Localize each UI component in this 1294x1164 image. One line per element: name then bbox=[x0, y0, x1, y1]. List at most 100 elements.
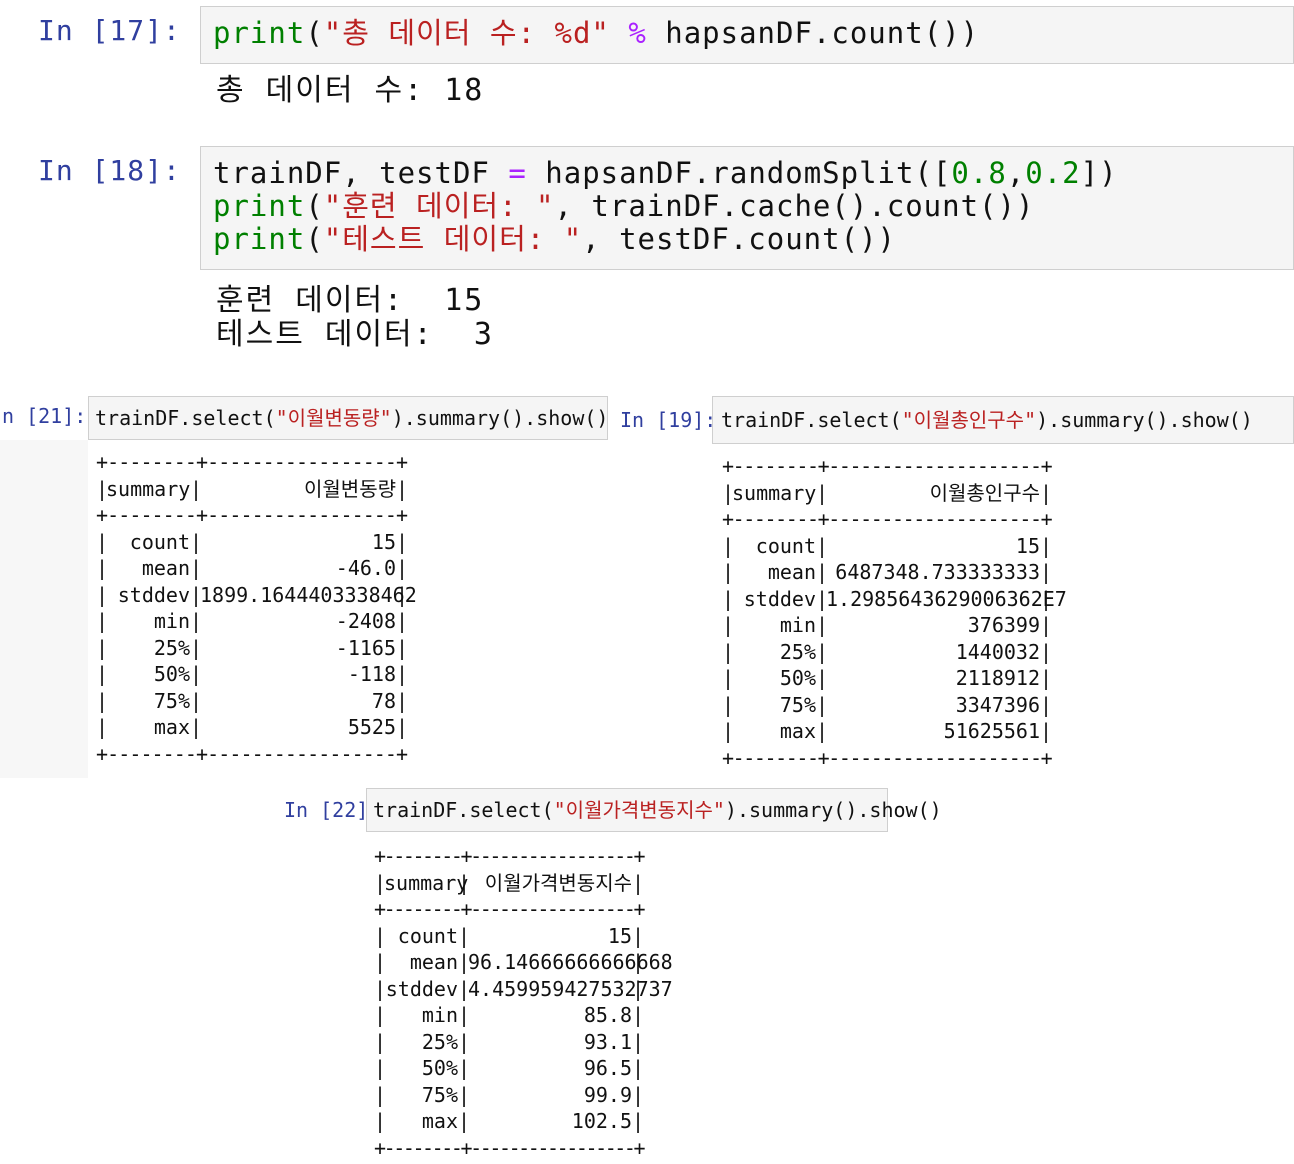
code-string: "훈련 데이터: " bbox=[323, 189, 555, 223]
code-keyword: print bbox=[213, 16, 306, 50]
cell-18-code-line-1[interactable]: trainDF, testDF = hapsanDF.randomSplit([… bbox=[213, 157, 1118, 190]
table-row: | count | 15 | bbox=[96, 529, 409, 554]
summary-value: 이월총인구수 bbox=[929, 480, 1040, 505]
table-row: | stddev | 1899.1644403338462 | bbox=[96, 582, 417, 607]
summary-label: 75% bbox=[421, 1082, 458, 1107]
summary-label: summary bbox=[384, 870, 469, 895]
code-string: "이월가격변동지수" bbox=[553, 798, 725, 822]
summary-label: max bbox=[153, 715, 190, 739]
table-row: | 50% | 2118912 | bbox=[722, 666, 1053, 690]
table-separator: +--------+-----------------+ bbox=[96, 741, 408, 766]
code-text: hapsanDF.randomSplit([ bbox=[526, 156, 952, 190]
summary-value: 3347396 bbox=[955, 692, 1040, 717]
summary-label: mean bbox=[767, 560, 816, 584]
table-row: | mean | 96.14666666666668 | bbox=[374, 950, 673, 974]
table-row: | mean | -46.0 | bbox=[96, 556, 409, 580]
summary-value: 이월가격변동지수 bbox=[484, 870, 632, 895]
summary-label: min bbox=[153, 609, 190, 633]
cell-18-code-line-2[interactable]: print("훈련 데이터: ", trainDF.cache().count(… bbox=[213, 190, 1034, 223]
table-row: | max | 51625561 | bbox=[722, 719, 1053, 743]
cell-17-input[interactable]: print("총 데이터 수: %d" % hapsanDF.count()) bbox=[200, 6, 1294, 64]
summary-label: min bbox=[421, 1003, 458, 1027]
table-row: | mean | 6487348.733333333 | bbox=[722, 560, 1053, 584]
code-number: 0.8 bbox=[951, 156, 1007, 190]
code-text: ).summary().show() bbox=[1036, 408, 1253, 432]
table-row: | count | 15 | bbox=[374, 923, 645, 948]
cell-17-output: 총 데이터 수: 18 bbox=[216, 73, 485, 108]
table-row: | 25% | 93.1 | bbox=[374, 1029, 645, 1054]
summary-label: summary bbox=[732, 480, 817, 505]
summary-label: stddev bbox=[385, 976, 458, 1001]
table-row: | 75% | 78 | bbox=[96, 688, 409, 713]
table-row: | 25% | 1440032 | bbox=[722, 639, 1053, 664]
cell-19-code[interactable]: trainDF.select("이월총인구수").summary().show(… bbox=[721, 408, 1253, 432]
summary-value: 93.1 bbox=[583, 1029, 632, 1054]
table-separator: +--------+-----------------+ bbox=[96, 450, 408, 474]
cell-17-code[interactable]: print("총 데이터 수: %d" % hapsanDF.count()) bbox=[213, 17, 979, 50]
table-row: | min | 376399 | bbox=[722, 613, 1053, 637]
summary-value: 6487348.733333333 bbox=[835, 560, 1040, 584]
table-row: | count | 15 | bbox=[722, 533, 1053, 558]
cell-19-summary-table: +--------+--------------------+ | summary |… bbox=[722, 453, 1067, 771]
table-separator: +--------+-----------------+ bbox=[374, 897, 646, 921]
table-header: | summary | 이월변동량 | bbox=[96, 476, 409, 501]
code-text: , testDF.count()) bbox=[582, 222, 896, 256]
code-text: ( bbox=[305, 16, 324, 50]
summary-label: mean bbox=[141, 556, 190, 580]
table-row: | 50% | -118 | bbox=[96, 662, 409, 686]
table-header: | summary | 이월총인구수 | bbox=[722, 480, 1053, 505]
summary-label: 25% bbox=[421, 1029, 458, 1054]
table-row: | 50% | 96.5 | bbox=[374, 1056, 645, 1080]
cell-17-prompt: In [17]: bbox=[38, 14, 181, 47]
code-text: ).summary().show() bbox=[724, 798, 942, 822]
summary-label: count bbox=[755, 533, 816, 558]
code-text: trainDF.select( bbox=[373, 798, 554, 822]
cell-18-code-line-3[interactable]: print("테스트 데이터: ", testDF.count()) bbox=[213, 223, 896, 256]
code-keyword: print bbox=[213, 222, 306, 256]
code-text: hapsanDF.count()) bbox=[646, 16, 980, 50]
summary-label: 75% bbox=[153, 688, 190, 713]
summary-value: 96.14666666666668 bbox=[468, 950, 673, 974]
cell-18-input[interactable]: trainDF, testDF = hapsanDF.randomSplit([… bbox=[200, 146, 1294, 270]
summary-value: 78 bbox=[371, 688, 396, 713]
summary-label: max bbox=[421, 1109, 458, 1133]
cell-19-prompt: In [19]: bbox=[620, 408, 717, 432]
code-string: "총 데이터 수: %d" bbox=[323, 16, 610, 50]
summary-value: 376399 bbox=[967, 613, 1040, 637]
code-operator: % bbox=[628, 16, 647, 50]
summary-value: 1899.1644403338462 bbox=[200, 582, 417, 607]
code-text: ( bbox=[305, 189, 324, 223]
code-text: , trainDF.cache().count()) bbox=[554, 189, 1035, 223]
cell-22-input[interactable]: trainDF.select("이월가격변동지수").summary().sho… bbox=[366, 788, 942, 832]
summary-value: 99.9 bbox=[583, 1082, 632, 1107]
summary-value: 1440032 bbox=[955, 639, 1040, 664]
summary-value: 이월변동량 bbox=[304, 476, 396, 501]
summary-label: stddev bbox=[117, 582, 190, 607]
summary-label: 25% bbox=[153, 635, 190, 660]
code-text: trainDF.select( bbox=[721, 408, 902, 432]
summary-value: -46.0 bbox=[335, 556, 396, 580]
summary-label: 50% bbox=[153, 662, 190, 686]
summary-value: 2118912 bbox=[955, 666, 1040, 690]
table-row: | 75% | 99.9 | bbox=[374, 1082, 645, 1107]
code-text: , bbox=[1006, 156, 1026, 190]
summary-label: mean bbox=[409, 950, 458, 974]
table-row: | 75% | 3347396 | bbox=[722, 692, 1053, 717]
summary-label: max bbox=[779, 719, 816, 743]
code-text: trainDF.select( bbox=[95, 406, 276, 430]
table-separator: +--------+--------------------+ bbox=[722, 745, 1053, 770]
cell-22-code[interactable]: trainDF.select("이월가격변동지수").summary().sho… bbox=[373, 798, 942, 822]
summary-label: 50% bbox=[779, 666, 816, 690]
summary-label: summary bbox=[106, 476, 191, 501]
summary-value: 5525 bbox=[347, 715, 396, 739]
code-string: "이월변동량" bbox=[275, 406, 392, 430]
code-text: ).summary().show() bbox=[391, 406, 609, 430]
summary-label: 25% bbox=[779, 639, 816, 664]
summary-value: 15 bbox=[1015, 533, 1040, 558]
cell-21-input[interactable]: trainDF.select("이월변동량").summary().show() bbox=[88, 396, 608, 440]
cell-21-gutter bbox=[0, 440, 88, 778]
cell-21-code[interactable]: trainDF.select("이월변동량").summary().show() bbox=[95, 406, 608, 430]
cell-19-input[interactable]: trainDF.select("이월총인구수").summary().show(… bbox=[712, 396, 1294, 444]
code-text: trainDF, testDF bbox=[213, 156, 509, 190]
summary-value: -1165 bbox=[335, 635, 396, 660]
